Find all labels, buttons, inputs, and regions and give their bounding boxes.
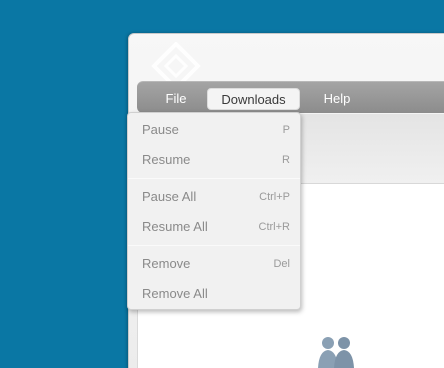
- menu-item-label: Remove All: [142, 286, 208, 301]
- menu-bar: File Downloads Help: [137, 81, 444, 113]
- menu-help[interactable]: Help: [317, 88, 357, 110]
- menu-item-label: Pause All: [142, 189, 197, 204]
- menu-item-label: Resume All: [142, 219, 208, 234]
- people-silhouette-icon: [316, 333, 358, 368]
- menu-item-shortcut: Del: [273, 258, 290, 270]
- menu-item-resume[interactable]: Resume R: [128, 147, 300, 173]
- menu-item-shortcut: P: [282, 124, 290, 136]
- menu-item-shortcut: R: [282, 154, 290, 166]
- menu-item-resume-all[interactable]: Resume All Ctrl+R: [128, 214, 300, 240]
- menu-file[interactable]: File: [159, 88, 193, 110]
- menu-item-label: Resume: [142, 152, 191, 167]
- menu-item-remove[interactable]: Remove Del: [128, 251, 300, 277]
- menu-item-shortcut: Ctrl+R: [258, 221, 290, 233]
- menu-item-remove-all[interactable]: Remove All: [128, 281, 300, 307]
- menu-item-pause-all[interactable]: Pause All Ctrl+P: [128, 184, 300, 210]
- menu-separator: [128, 178, 300, 179]
- menu-item-label: Pause: [142, 122, 179, 137]
- downloads-dropdown-menu: Pause P Resume R Pause All Ctrl+P Resume…: [127, 112, 301, 310]
- menu-separator: [128, 245, 300, 246]
- menu-item-pause[interactable]: Pause P: [128, 117, 300, 143]
- menu-downloads[interactable]: Downloads: [207, 88, 300, 110]
- menu-item-shortcut: Ctrl+P: [259, 191, 290, 203]
- menu-item-label: Remove: [142, 256, 191, 271]
